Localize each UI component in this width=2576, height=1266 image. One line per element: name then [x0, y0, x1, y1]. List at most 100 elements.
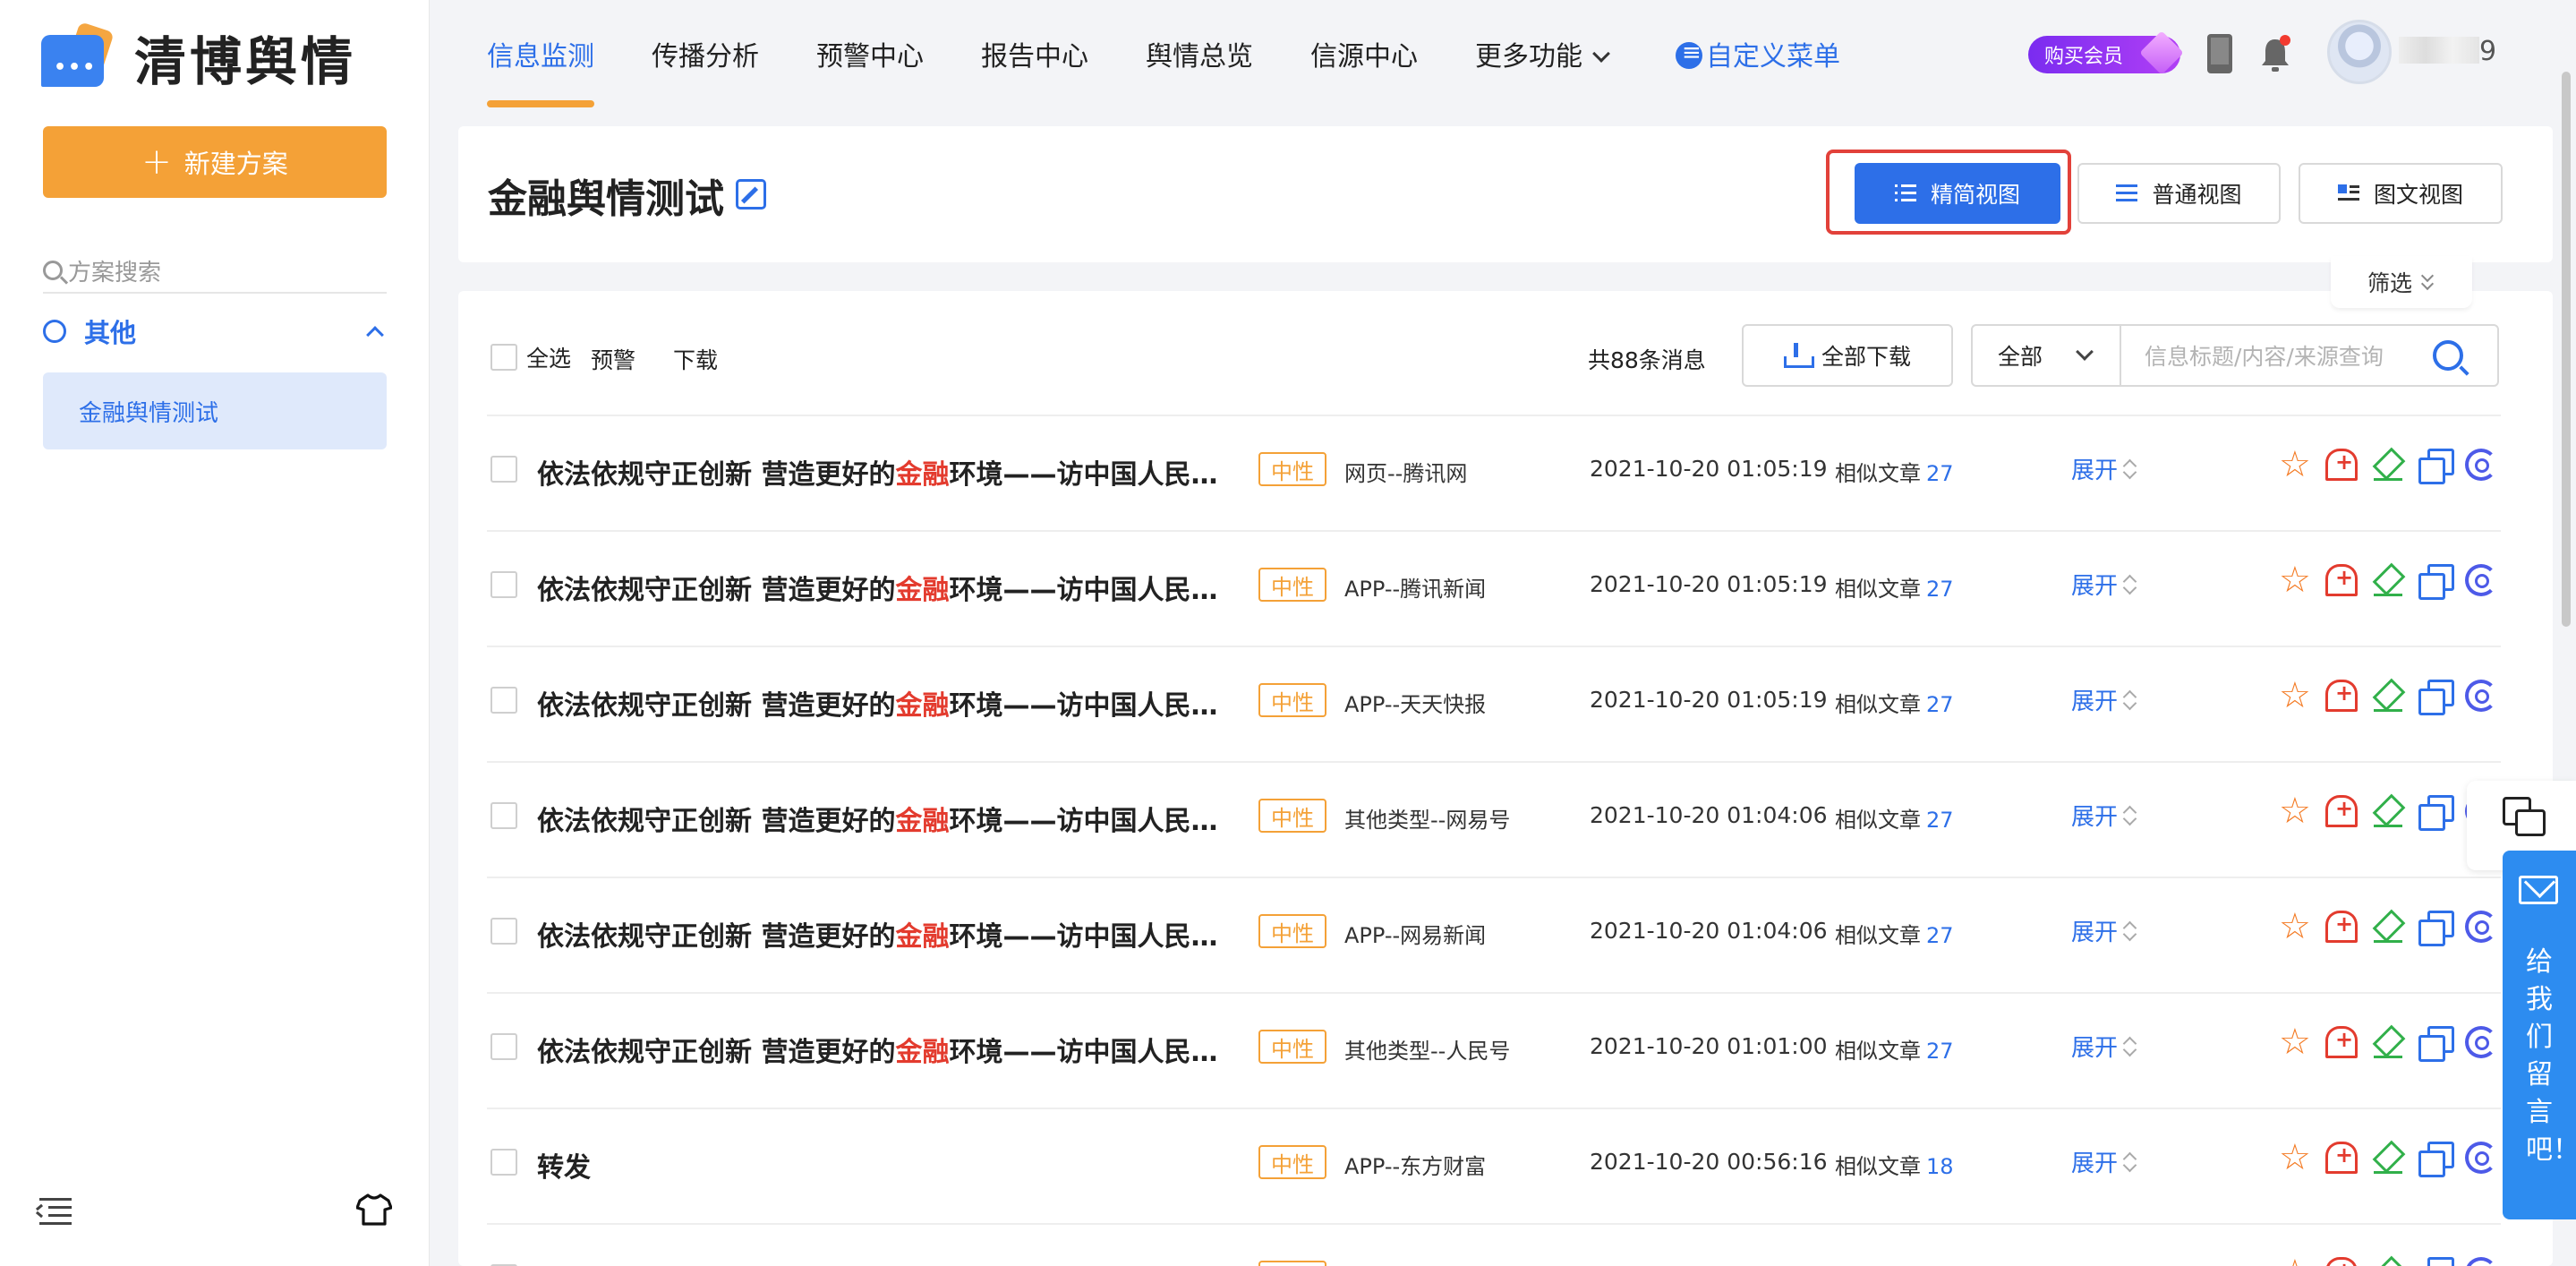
highlight-icon[interactable] — [2372, 449, 2404, 481]
alert-icon[interactable] — [2325, 564, 2358, 596]
alert-icon[interactable] — [2325, 449, 2358, 481]
copy-icon[interactable] — [2418, 564, 2454, 600]
star-icon[interactable]: ☆ — [2279, 447, 2311, 483]
buy-vip-button[interactable]: 购买会员 — [2028, 30, 2184, 75]
similar-articles[interactable]: 相似文章18 — [1835, 1149, 1954, 1180]
new-plan-button[interactable]: + 新建方案 — [43, 126, 387, 198]
star-icon[interactable]: ☆ — [2279, 1255, 2311, 1266]
row-title[interactable]: 依法依规守正创新 营造更好的金融环境——访中国人民… — [537, 452, 1226, 492]
chevron-up-icon[interactable] — [366, 326, 384, 344]
custom-menu-link[interactable]: 自定义菜单 — [1676, 34, 1840, 73]
highlight-icon[interactable] — [2372, 564, 2404, 596]
trace-icon[interactable] — [2465, 680, 2497, 712]
copy-icon[interactable] — [2418, 911, 2454, 946]
row-title[interactable]: 依法依规守正创新 营造更好的金融环境——访中国人民… — [537, 1030, 1226, 1069]
row-checkbox[interactable] — [490, 456, 517, 483]
normal-view-button[interactable]: 普通视图 — [2077, 163, 2281, 224]
search-icon[interactable] — [2433, 340, 2463, 371]
similar-count[interactable]: 27 — [1926, 461, 1954, 486]
brand-logo[interactable]: ••• 清博舆情 — [41, 20, 356, 95]
nav-item-overview[interactable]: 舆情总览 — [1146, 34, 1253, 73]
nav-item-report-center[interactable]: 报告中心 — [981, 34, 1088, 73]
nav-item-warning-center[interactable]: 预警中心 — [816, 34, 924, 73]
simple-view-button[interactable]: 精简视图 — [1855, 163, 2060, 224]
search-input[interactable]: 信息标题/内容/来源查询 — [2121, 326, 2433, 385]
star-icon[interactable]: ☆ — [2279, 793, 2311, 829]
highlight-icon[interactable] — [2372, 911, 2404, 943]
scope-select[interactable]: 全部 — [1973, 326, 2121, 385]
row-checkbox[interactable] — [490, 918, 517, 945]
highlight-icon[interactable] — [2372, 1026, 2404, 1058]
similar-count[interactable]: 27 — [1926, 692, 1954, 717]
table-row[interactable]: 依法依规守正创新 营造更好的金融环境——访中国人民… 中性 其他类型--人民号 202… — [487, 992, 2501, 1098]
expand-button[interactable]: 展开 — [2071, 1030, 2136, 1063]
row-checkbox[interactable] — [490, 687, 517, 714]
download-all-button[interactable]: 全部下载 — [1742, 324, 1953, 387]
table-row[interactable]: 依法依规守正创新 营造更好的金融环境——访中国人民… 中性 APP--腾讯新闻 202… — [487, 530, 2501, 636]
alert-icon[interactable] — [2325, 1142, 2358, 1174]
nav-item-source-center[interactable]: 信源中心 — [1310, 34, 1418, 73]
alert-icon[interactable] — [2325, 795, 2358, 827]
trace-icon[interactable] — [2465, 564, 2497, 596]
feedback-widget[interactable]: 给我们留言吧！ — [2503, 851, 2576, 1219]
mobile-icon[interactable] — [2207, 34, 2232, 73]
star-icon[interactable]: ☆ — [2279, 909, 2311, 945]
highlight-icon[interactable] — [2372, 1257, 2404, 1266]
alert-icon[interactable] — [2325, 1257, 2358, 1266]
expand-button[interactable]: 展开 — [2071, 799, 2136, 832]
edit-icon[interactable] — [736, 179, 766, 210]
trace-icon[interactable] — [2465, 1257, 2497, 1266]
plan-group-other[interactable]: 其他 — [43, 313, 387, 349]
row-title[interactable]: 依法依规守正创新 营造更好的金融环境——访中国人民… — [537, 914, 1226, 954]
expand-button[interactable]: 展开 — [2071, 1145, 2136, 1178]
nav-item-info-monitor[interactable]: 信息监测 — [487, 34, 594, 73]
row-title[interactable]: 依法依规守正创新 营造更好的金融环境——访中国人民… — [537, 568, 1226, 607]
row-checkbox[interactable] — [490, 1149, 517, 1176]
checkbox[interactable] — [490, 344, 517, 371]
copy-icon[interactable] — [2418, 1257, 2454, 1266]
table-row[interactable]: 依法依规守正创新 营造更好的金融环境——访中国人民… 中性 APP--网易新闻 202… — [487, 877, 2501, 982]
copy-icon[interactable] — [2418, 1026, 2454, 1062]
similar-articles[interactable]: 相似文章 27 — [1835, 802, 1954, 834]
plan-search-input[interactable]: 方案搜索 — [43, 249, 387, 294]
table-row[interactable]: 转发 中性 APP--东方财富 2021-10-20 00:56:16 相似文章 18 展开… — [487, 1108, 2501, 1213]
row-title[interactable]: 依法依规守正创新 营造更好的金融环境——访中国人民… — [537, 799, 1226, 838]
download-button[interactable]: 下载 — [673, 343, 718, 375]
copy-icon[interactable] — [2418, 1142, 2454, 1177]
similar-count[interactable]: 27 — [1926, 577, 1954, 602]
star-icon[interactable]: ☆ — [2279, 678, 2311, 714]
similar-articles[interactable]: 相似文章 27 — [1835, 918, 1954, 949]
similar-count[interactable]: 27 — [1926, 1039, 1954, 1064]
table-row[interactable]: 转发中性论坛--股吧2021-10-20 00:56:16相似文章18展开☆ — [487, 1223, 2501, 1266]
table-row[interactable]: 依法依规守正创新 营造更好的金融环境——访中国人民… 中性 其他类型--网易号 202… — [487, 761, 2501, 867]
row-title[interactable]: 转发 — [537, 1261, 1226, 1266]
trace-icon[interactable] — [2465, 449, 2497, 481]
highlight-icon[interactable] — [2372, 795, 2404, 827]
trace-icon[interactable] — [2465, 1142, 2497, 1174]
row-checkbox[interactable] — [490, 802, 517, 829]
trace-icon[interactable] — [2465, 911, 2497, 943]
star-icon[interactable]: ☆ — [2279, 1024, 2311, 1060]
similar-count[interactable]: 18 — [1926, 1154, 1954, 1179]
similar-count[interactable]: 27 — [1926, 808, 1954, 833]
alert-icon[interactable] — [2325, 680, 2358, 712]
expand-button[interactable]: 展开 — [2071, 568, 2136, 601]
copy-icon[interactable] — [2418, 449, 2454, 484]
username[interactable]: 9 — [2399, 36, 2498, 67]
tshirt-icon[interactable] — [356, 1193, 392, 1227]
scrollbar[interactable] — [2562, 72, 2571, 627]
trace-icon[interactable] — [2465, 1026, 2497, 1058]
select-all-checkbox[interactable]: 全选 — [490, 341, 571, 373]
collapse-sidebar-icon[interactable] — [35, 1198, 72, 1225]
similar-articles[interactable]: 相似文章 27 — [1835, 456, 1954, 487]
row-title[interactable]: 转发 — [537, 1145, 1226, 1185]
similar-articles[interactable]: 相似文章 27 — [1835, 1033, 1954, 1065]
highlight-icon[interactable] — [2372, 1142, 2404, 1174]
similar-count[interactable]: 27 — [1926, 923, 1954, 948]
expand-button[interactable]: 展开 — [2071, 1261, 2136, 1266]
similar-articles[interactable]: 相似文章 27 — [1835, 571, 1954, 603]
graphic-view-button[interactable]: 图文视图 — [2299, 163, 2503, 224]
similar-articles[interactable]: 相似文章 27 — [1835, 687, 1954, 718]
row-title[interactable]: 依法依规守正创新 营造更好的金融环境——访中国人民… — [537, 683, 1226, 723]
expand-button[interactable]: 展开 — [2071, 683, 2136, 716]
